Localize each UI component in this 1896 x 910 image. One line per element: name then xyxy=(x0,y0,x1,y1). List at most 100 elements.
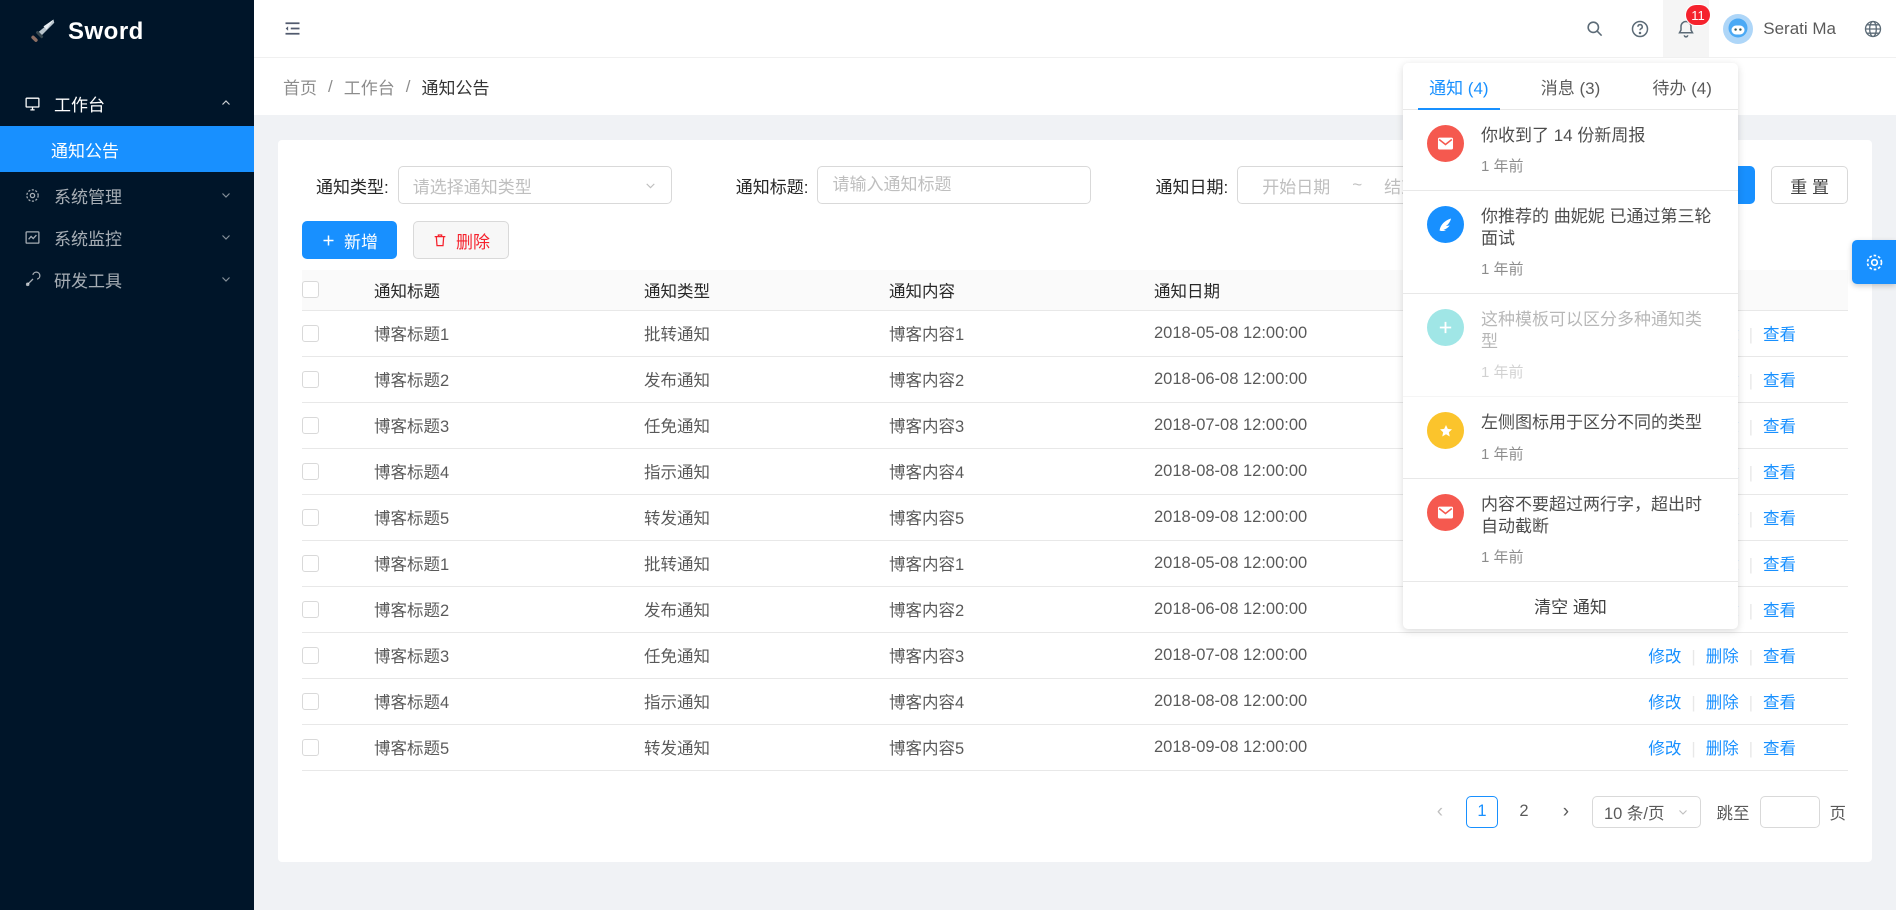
notification-item[interactable]: 左侧图标用于区分不同的类型 1 年前 xyxy=(1403,397,1738,478)
col-type: 通知类型 xyxy=(644,270,889,310)
row-checkbox[interactable] xyxy=(302,371,319,388)
notification-title: 你收到了 14 份新周报 xyxy=(1481,125,1645,147)
table-row: 博客标题3任免通知博客内容32018-07-08 12:00:00 修改|删除|… xyxy=(302,632,1848,678)
notification-badge: 11 xyxy=(1686,5,1710,25)
notification-time: 1 年前 xyxy=(1481,258,1714,279)
view-link[interactable]: 查看 xyxy=(1763,556,1796,574)
sidebar-menu: 工作台 通知公告 系统管理 系统监控 xyxy=(0,64,254,300)
settings-gear-button[interactable] xyxy=(1852,240,1896,284)
chevron-down-icon xyxy=(644,179,657,192)
view-link[interactable]: 查看 xyxy=(1763,418,1796,436)
add-button[interactable]: 新增 xyxy=(302,221,397,259)
notifications-dropdown: 通知 (4) 消息 (3) 待办 (4) 你收到了 14 份新周报 1 年前 你… xyxy=(1403,63,1738,629)
plus-icon xyxy=(1427,309,1464,346)
row-checkbox[interactable] xyxy=(302,463,319,480)
sidebar: Sword 工作台 通知公告 系统管理 xyxy=(0,0,254,910)
pagination-page-2[interactable]: 2 xyxy=(1508,796,1540,828)
avatar xyxy=(1723,14,1753,44)
page-size-select[interactable]: 10 条/页 xyxy=(1592,796,1701,828)
breadcrumb-home[interactable]: 首页 xyxy=(283,74,317,99)
reset-button[interactable]: 重 置 xyxy=(1771,166,1848,204)
view-link[interactable]: 查看 xyxy=(1763,648,1796,666)
row-checkbox[interactable] xyxy=(302,601,319,618)
row-checkbox[interactable] xyxy=(302,417,319,434)
view-link[interactable]: 查看 xyxy=(1763,602,1796,620)
notification-time: 1 年前 xyxy=(1481,443,1702,464)
row-checkbox[interactable] xyxy=(302,509,319,526)
sidebar-item-workbench[interactable]: 工作台 xyxy=(0,82,254,124)
row-checkbox[interactable] xyxy=(302,325,319,342)
notification-item[interactable]: 这种模板可以区分多种通知类型 1 年前 xyxy=(1403,294,1738,397)
sidebar-item-label: 通知公告 xyxy=(51,137,119,162)
pagination-prev[interactable]: ‹ xyxy=(1424,796,1456,828)
notification-title: 这种模板可以区分多种通知类型 xyxy=(1481,309,1714,353)
notice-title-input[interactable] xyxy=(817,166,1091,204)
tab-todos[interactable]: 待办 (4) xyxy=(1626,63,1738,109)
table-row: 博客标题5转发通知博客内容52018-09-08 12:00:00 修改|删除|… xyxy=(302,724,1848,770)
edit-link[interactable]: 修改 xyxy=(1648,648,1681,666)
notification-item[interactable]: 你推荐的 曲妮妮 已通过第三轮面试 1 年前 xyxy=(1403,191,1738,294)
monitor-chart-icon xyxy=(24,229,41,246)
breadcrumb-current: 通知公告 xyxy=(421,74,489,99)
notification-time: 1 年前 xyxy=(1481,546,1714,567)
trash-icon xyxy=(432,232,448,248)
breadcrumb-separator: / xyxy=(328,77,333,97)
pagination-next[interactable]: › xyxy=(1550,796,1582,828)
notification-title: 你推荐的 曲妮妮 已通过第三轮面试 xyxy=(1481,206,1714,250)
mail-icon xyxy=(1427,494,1464,531)
view-link[interactable]: 查看 xyxy=(1763,372,1796,390)
view-link[interactable]: 查看 xyxy=(1763,464,1796,482)
notification-item[interactable]: 你收到了 14 份新周报 1 年前 xyxy=(1403,110,1738,191)
wrench-icon xyxy=(24,271,41,288)
edit-link[interactable]: 修改 xyxy=(1648,740,1681,758)
clear-notifications-button[interactable]: 清空 通知 xyxy=(1403,582,1738,629)
select-all-checkbox[interactable] xyxy=(302,281,319,298)
language-globe-icon[interactable] xyxy=(1850,0,1896,57)
view-link[interactable]: 查看 xyxy=(1763,326,1796,344)
chevron-down-icon xyxy=(220,231,232,243)
row-checkbox[interactable] xyxy=(302,647,319,664)
table-row: 博客标题4指示通知博客内容42018-08-08 12:00:00 修改|删除|… xyxy=(302,678,1848,724)
notification-item[interactable]: 内容不要超过两行字，超出时自动截断 1 年前 xyxy=(1403,479,1738,582)
user-name: Serati Ma xyxy=(1763,19,1836,39)
chevron-down-icon xyxy=(1677,806,1689,818)
breadcrumb-separator: / xyxy=(406,77,411,97)
sidebar-item-dev-tools[interactable]: 研发工具 xyxy=(0,258,254,300)
view-link[interactable]: 查看 xyxy=(1763,694,1796,712)
help-icon[interactable] xyxy=(1617,0,1663,57)
user-menu[interactable]: Serati Ma xyxy=(1709,0,1850,57)
pagination-page-1[interactable]: 1 xyxy=(1466,796,1498,828)
search-icon[interactable] xyxy=(1571,0,1617,57)
notification-tabs: 通知 (4) 消息 (3) 待办 (4) xyxy=(1403,63,1738,110)
tab-notifications[interactable]: 通知 (4) xyxy=(1403,63,1515,109)
chevron-down-icon xyxy=(220,189,232,201)
sidebar-item-system-management[interactable]: 系统管理 xyxy=(0,174,254,216)
page-jump-input[interactable] xyxy=(1760,796,1820,828)
view-link[interactable]: 查看 xyxy=(1763,510,1796,528)
sidebar-item-system-monitor[interactable]: 系统监控 xyxy=(0,216,254,258)
sidebar-item-notice[interactable]: 通知公告 xyxy=(0,126,254,172)
menu-fold-icon[interactable] xyxy=(278,15,306,43)
row-checkbox[interactable] xyxy=(302,739,319,756)
delete-button-label: 删除 xyxy=(456,228,490,253)
delete-link[interactable]: 删除 xyxy=(1706,648,1739,666)
logo[interactable]: Sword xyxy=(0,0,254,64)
notice-type-select[interactable]: 请选择通知类型 xyxy=(398,166,672,204)
row-checkbox[interactable] xyxy=(302,693,319,710)
edit-link[interactable]: 修改 xyxy=(1648,694,1681,712)
notice-date-label: 通知日期: xyxy=(1155,173,1228,198)
page-size-value: 10 条/页 xyxy=(1604,800,1665,824)
delete-link[interactable]: 删除 xyxy=(1706,694,1739,712)
breadcrumb-workbench[interactable]: 工作台 xyxy=(344,74,395,99)
view-link[interactable]: 查看 xyxy=(1763,740,1796,758)
row-checkbox[interactable] xyxy=(302,555,319,572)
delete-link[interactable]: 删除 xyxy=(1706,740,1739,758)
sword-logo-icon xyxy=(26,17,56,47)
notification-title: 内容不要超过两行字，超出时自动截断 xyxy=(1481,494,1714,538)
notifications-bell[interactable]: 11 xyxy=(1663,0,1709,57)
sidebar-item-label: 系统监控 xyxy=(54,225,220,250)
desktop-icon xyxy=(24,95,41,112)
tab-messages[interactable]: 消息 (3) xyxy=(1515,63,1627,109)
delete-button[interactable]: 删除 xyxy=(413,221,509,259)
chevron-up-icon xyxy=(220,97,232,109)
